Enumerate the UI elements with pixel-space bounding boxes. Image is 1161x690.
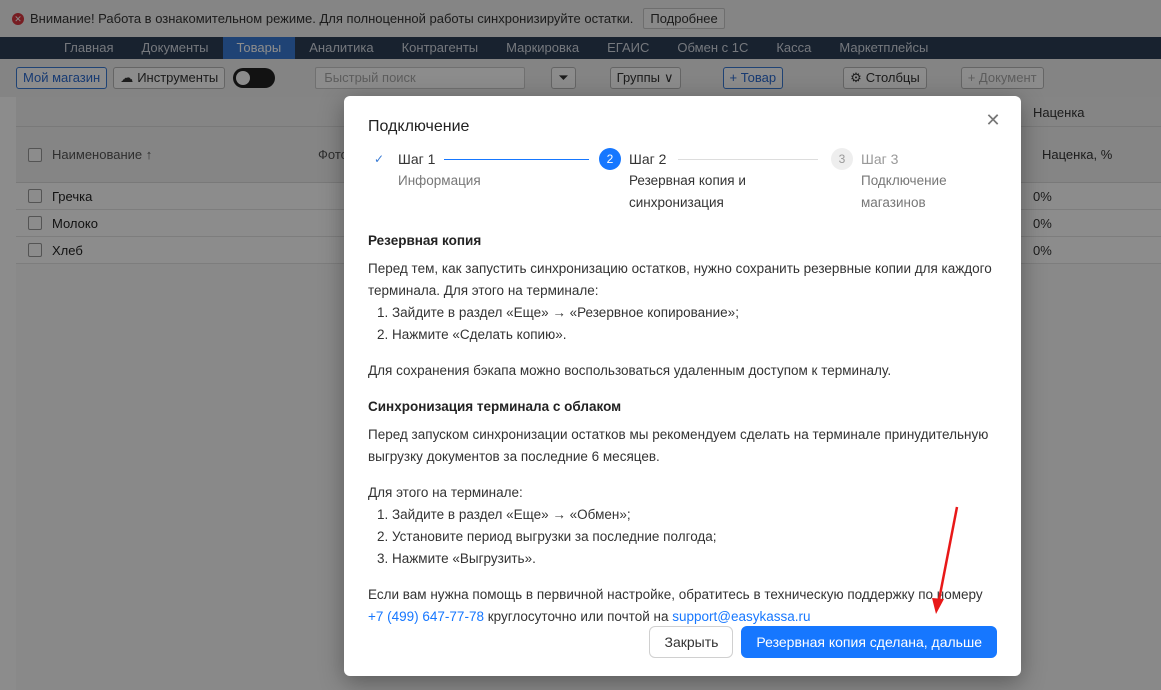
step-connector [678, 159, 818, 160]
list-item: Нажмите «Выгрузить». [392, 548, 998, 570]
dialog-footer: Закрыть Резервная копия сделана, дальше [649, 626, 997, 658]
step-2-number: 2 [599, 148, 621, 170]
backup-steps-list: Зайдите в раздел «Еще» → «Резервное копи… [392, 302, 998, 346]
help-text-part2: круглосуточно или почтой на [487, 609, 669, 624]
remote-access-text: Для сохранения бэкапа можно воспользоват… [368, 363, 892, 378]
step-3-number: 3 [831, 148, 853, 170]
help-text-part1: Если вам нужна помощь в первичной настро… [368, 587, 983, 602]
list-item: Нажмите «Сделать копию». [392, 324, 998, 346]
step-3-label: Шаг 3 [861, 151, 899, 167]
sync-intro: Для этого на терминале: [368, 485, 523, 500]
support-email-link[interactable]: support@easykassa.ru [672, 609, 810, 624]
check-icon: ✓ [368, 148, 390, 170]
next-button[interactable]: Резервная копия сделана, дальше [741, 626, 997, 658]
step-1: ✓ Шаг 1 Информация [368, 148, 481, 192]
step-1-desc: Информация [398, 173, 481, 188]
step-connector [444, 159, 589, 160]
sync-text: Перед запуском синхронизации остатков мы… [368, 427, 989, 464]
close-button[interactable]: Закрыть [649, 626, 734, 658]
dialog-title: Подключение [368, 118, 470, 135]
sync-heading: Синхронизация терминала с облаком [368, 399, 622, 414]
step-2-desc: Резервная копия и синхронизация [629, 173, 746, 210]
stepper: ✓ Шаг 1 Информация 2 Шаг 2 Резервная коп… [368, 148, 998, 212]
backup-heading: Резервная копия [368, 233, 482, 248]
list-item: Зайдите в раздел «Еще» → «Резервное копи… [392, 302, 998, 324]
close-icon[interactable]: ✕ [983, 110, 1003, 130]
backup-text: Перед тем, как запустить синхронизацию о… [368, 261, 992, 298]
step-3: 3 Шаг 3 Подключение магазинов [831, 148, 947, 214]
sync-steps-list: Зайдите в раздел «Еще» → «Обмен»; Устано… [392, 504, 998, 570]
dialog-body: Резервная копия Перед тем, как запустить… [368, 230, 998, 628]
step-2: 2 Шаг 2 Резервная копия и синхронизация [599, 148, 746, 214]
step-3-desc: Подключение магазинов [861, 173, 947, 210]
help-text: Если вам нужна помощь в первичной настро… [368, 584, 998, 628]
connection-dialog: Подключение ✕ ✓ Шаг 1 Информация 2 Шаг 2… [344, 96, 1021, 676]
list-item: Зайдите в раздел «Еще» → «Обмен»; [392, 504, 998, 526]
list-item: Установите период выгрузки за последние … [392, 526, 998, 548]
support-phone-link[interactable]: +7 (499) 647-77-78 [368, 609, 484, 624]
